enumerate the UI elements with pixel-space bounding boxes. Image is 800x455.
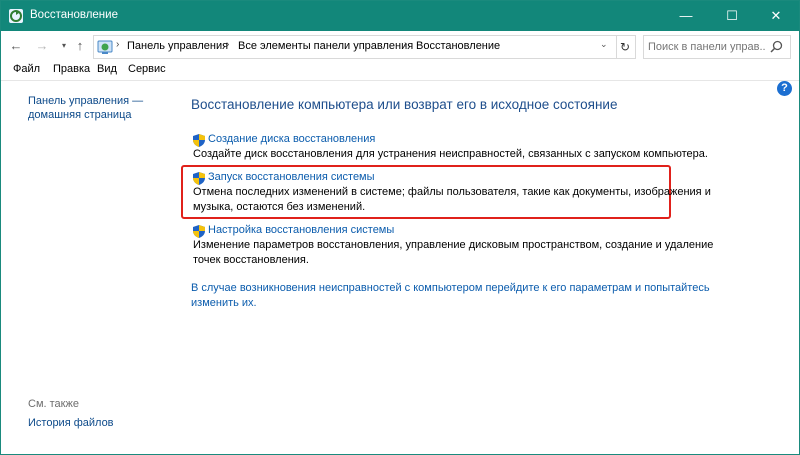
menu-bar: Файл Правка Вид Сервис	[1, 61, 799, 79]
address-toolbar: ← → ▾ ↑ › Панель управления › Все элемен…	[1, 31, 799, 61]
control-panel-window: Восстановление — ☐ ✕ ← → ▾ ↑ › Панель уп…	[0, 0, 800, 455]
reset-pc-link[interactable]: В случае возникновения неисправностей с …	[191, 281, 710, 311]
file-history-link[interactable]: История файлов	[28, 417, 114, 429]
desc-line: точек восстановления.	[193, 254, 309, 266]
breadcrumb-recovery[interactable]: Восстановление	[416, 40, 500, 52]
create-recovery-drive-desc: Создайте диск восстановления для устране…	[193, 148, 708, 160]
configure-system-restore-desc: Изменение параметров восстановления, упр…	[193, 238, 714, 268]
window-title: Восстановление	[30, 9, 118, 21]
sidebar-home-label-line1: Панель управления —	[28, 95, 144, 107]
search-box[interactable]	[643, 35, 791, 59]
recent-locations-button[interactable]: ▾	[57, 38, 71, 54]
shield-icon	[193, 225, 205, 238]
see-also-heading: См. также	[28, 398, 79, 410]
menu-divider	[1, 80, 799, 81]
configure-system-restore-link[interactable]: Настройка восстановления системы	[208, 224, 394, 236]
breadcrumb-separator: ›	[226, 39, 230, 50]
page-title: Восстановление компьютера или возврат ег…	[191, 97, 618, 112]
maximize-button[interactable]: ☐	[709, 1, 755, 31]
note-line: В случае возникновения неисправностей с …	[191, 282, 710, 294]
address-dropdown-icon[interactable]: ⌄	[600, 39, 608, 50]
open-system-restore-link[interactable]: Запуск восстановления системы	[208, 171, 375, 183]
forward-button[interactable]: →	[35, 38, 49, 54]
back-button[interactable]: ←	[9, 38, 23, 54]
create-recovery-drive-link[interactable]: Создание диска восстановления	[208, 133, 375, 145]
desc-line: Изменение параметров восстановления, упр…	[193, 239, 714, 251]
close-button[interactable]: ✕	[753, 1, 799, 31]
breadcrumb-all-items[interactable]: Все элементы панели управления	[238, 40, 413, 52]
search-input[interactable]	[648, 39, 766, 54]
breadcrumb-separator: ›	[116, 39, 120, 50]
help-icon[interactable]: ?	[777, 81, 792, 96]
breadcrumb-separator: ›	[404, 39, 408, 50]
desc-line: музыка, остаются без изменений.	[193, 201, 366, 213]
shield-icon	[193, 134, 205, 147]
desc-line: Отмена последних изменений в системе; фа…	[193, 186, 711, 198]
title-bar[interactable]: Восстановление — ☐ ✕	[1, 1, 799, 31]
shield-icon	[193, 172, 205, 185]
menu-edit[interactable]: Правка	[53, 63, 90, 75]
control-panel-icon	[97, 40, 113, 54]
refresh-button[interactable]: ↻	[615, 35, 636, 59]
search-icon[interactable]	[770, 40, 783, 53]
menu-view[interactable]: Вид	[97, 63, 117, 75]
breadcrumb[interactable]: › Панель управления › Все элементы панел…	[93, 35, 617, 59]
up-button[interactable]: ↑	[73, 38, 87, 54]
recovery-app-icon	[9, 9, 23, 23]
sidebar-home-link[interactable]: Панель управления — домашняя страница	[28, 94, 148, 122]
breadcrumb-control-panel[interactable]: Панель управления	[127, 40, 228, 52]
minimize-button[interactable]: —	[663, 1, 709, 31]
menu-tools[interactable]: Сервис	[128, 63, 166, 75]
open-system-restore-desc: Отмена последних изменений в системе; фа…	[193, 185, 711, 215]
sidebar-home-label-line2: домашняя страница	[28, 109, 132, 121]
menu-file[interactable]: Файл	[13, 63, 40, 75]
note-line: изменить их.	[191, 297, 257, 309]
